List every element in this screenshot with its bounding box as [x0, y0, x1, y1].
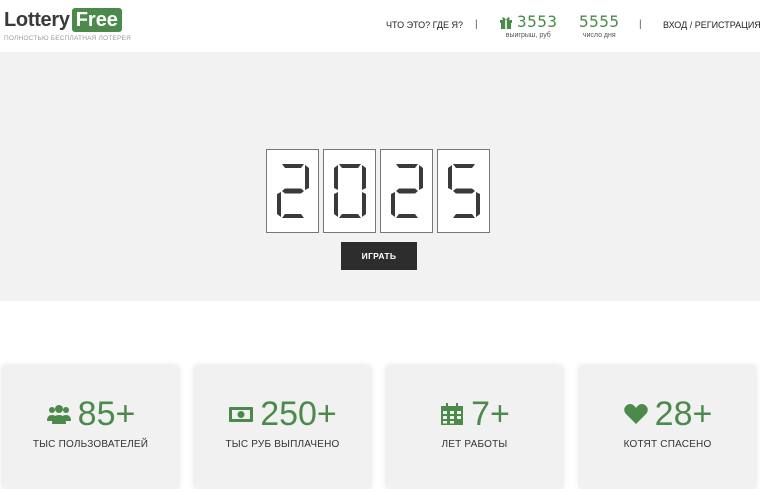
- nav-about-link[interactable]: ЧТО ЭТО? ГДЕ Я?: [386, 20, 463, 30]
- day-number-label: число дня: [582, 32, 616, 39]
- digit-box: [323, 149, 376, 233]
- stat-card-paid: 250+ ТЫС РУБ ВЫПЛАЧЕНО: [195, 366, 370, 489]
- digit-segment-g: [452, 188, 475, 194]
- winnings-stat: 3553 выигрыш, руб: [499, 12, 558, 39]
- digit-box: [266, 149, 319, 233]
- stat-card-years: 7+ ЛЕТ РАБОТЫ: [387, 366, 562, 489]
- play-button[interactable]: ИГРАТЬ: [341, 242, 417, 270]
- logo-box: Free: [71, 8, 122, 32]
- seven-segment-digit: [276, 164, 309, 218]
- kittens-value: 28+: [654, 395, 713, 433]
- stat-card-kittens: 28+ КОТЯТ СПАСЕНО: [580, 366, 755, 489]
- heart-icon: [623, 404, 648, 424]
- years-value: 7+: [471, 395, 510, 433]
- winnings-label: выигрыш, руб: [505, 32, 551, 39]
- digit-segment-a: [395, 164, 418, 168]
- users-label: ТЫС ПОЛЬЗОВАТЕЛЕЙ: [32, 439, 149, 450]
- digit-segment-a: [338, 164, 361, 168]
- years-label: ЛЕТ РАБОТЫ: [441, 439, 508, 450]
- nav-separator-2: |: [639, 19, 642, 30]
- digit-box: [437, 149, 490, 233]
- year-digits: [266, 149, 490, 233]
- digit-segment-b: [304, 165, 309, 190]
- digit-segment-e: [390, 192, 395, 217]
- money-icon: [229, 407, 254, 422]
- users-icon: [46, 405, 71, 424]
- day-number-stat: 5555 число дня: [579, 12, 620, 39]
- hero-section: ИГРАТЬ: [0, 52, 760, 301]
- logo[interactable]: Lottery Free: [4, 8, 122, 32]
- seven-segment-digit: [333, 164, 366, 218]
- day-number-value: 5555: [579, 12, 620, 31]
- seven-segment-digit: [390, 164, 423, 218]
- digit-segment-b: [361, 165, 366, 190]
- logo-tagline: ПОЛНОСТЬЮ БЕСПЛАТНАЯ ЛОТЕРЕЯ: [4, 35, 131, 42]
- login-link[interactable]: ВХОД / РЕГИСТРАЦИЯ: [663, 20, 760, 30]
- calendar-icon: [441, 403, 464, 425]
- site-header: Lottery Free ПОЛНОСТЬЮ БЕСПЛАТНАЯ ЛОТЕРЕ…: [0, 0, 760, 52]
- digit-segment-e: [276, 192, 281, 217]
- digit-segment-d: [452, 214, 475, 218]
- digit-segment-g: [281, 188, 304, 194]
- digit-segment-g: [395, 188, 418, 194]
- logo-text: Lottery: [4, 8, 70, 31]
- digit-segment-d: [395, 214, 418, 218]
- gift-icon: [500, 16, 512, 29]
- users-value: 85+: [77, 395, 136, 433]
- kittens-label: КОТЯТ СПАСЕНО: [623, 439, 712, 450]
- paid-value: 250+: [260, 395, 337, 433]
- stat-card-users: 85+ ТЫС ПОЛЬЗОВАТЕЛЕЙ: [3, 366, 178, 489]
- seven-segment-digit: [447, 164, 480, 218]
- digit-segment-f: [447, 165, 452, 190]
- digit-segment-e: [333, 192, 338, 217]
- digit-segment-a: [281, 164, 304, 168]
- digit-segment-f: [333, 165, 338, 190]
- digit-segment-d: [338, 214, 361, 218]
- winnings-value: 3553: [517, 12, 558, 31]
- digit-segment-a: [452, 164, 475, 168]
- digit-box: [380, 149, 433, 233]
- digit-segment-b: [418, 165, 423, 190]
- digit-segment-c: [361, 192, 366, 217]
- digit-segment-d: [281, 214, 304, 218]
- paid-label: ТЫС РУБ ВЫПЛАЧЕНО: [225, 439, 340, 450]
- nav-separator: |: [475, 19, 478, 30]
- digit-segment-c: [475, 192, 480, 217]
